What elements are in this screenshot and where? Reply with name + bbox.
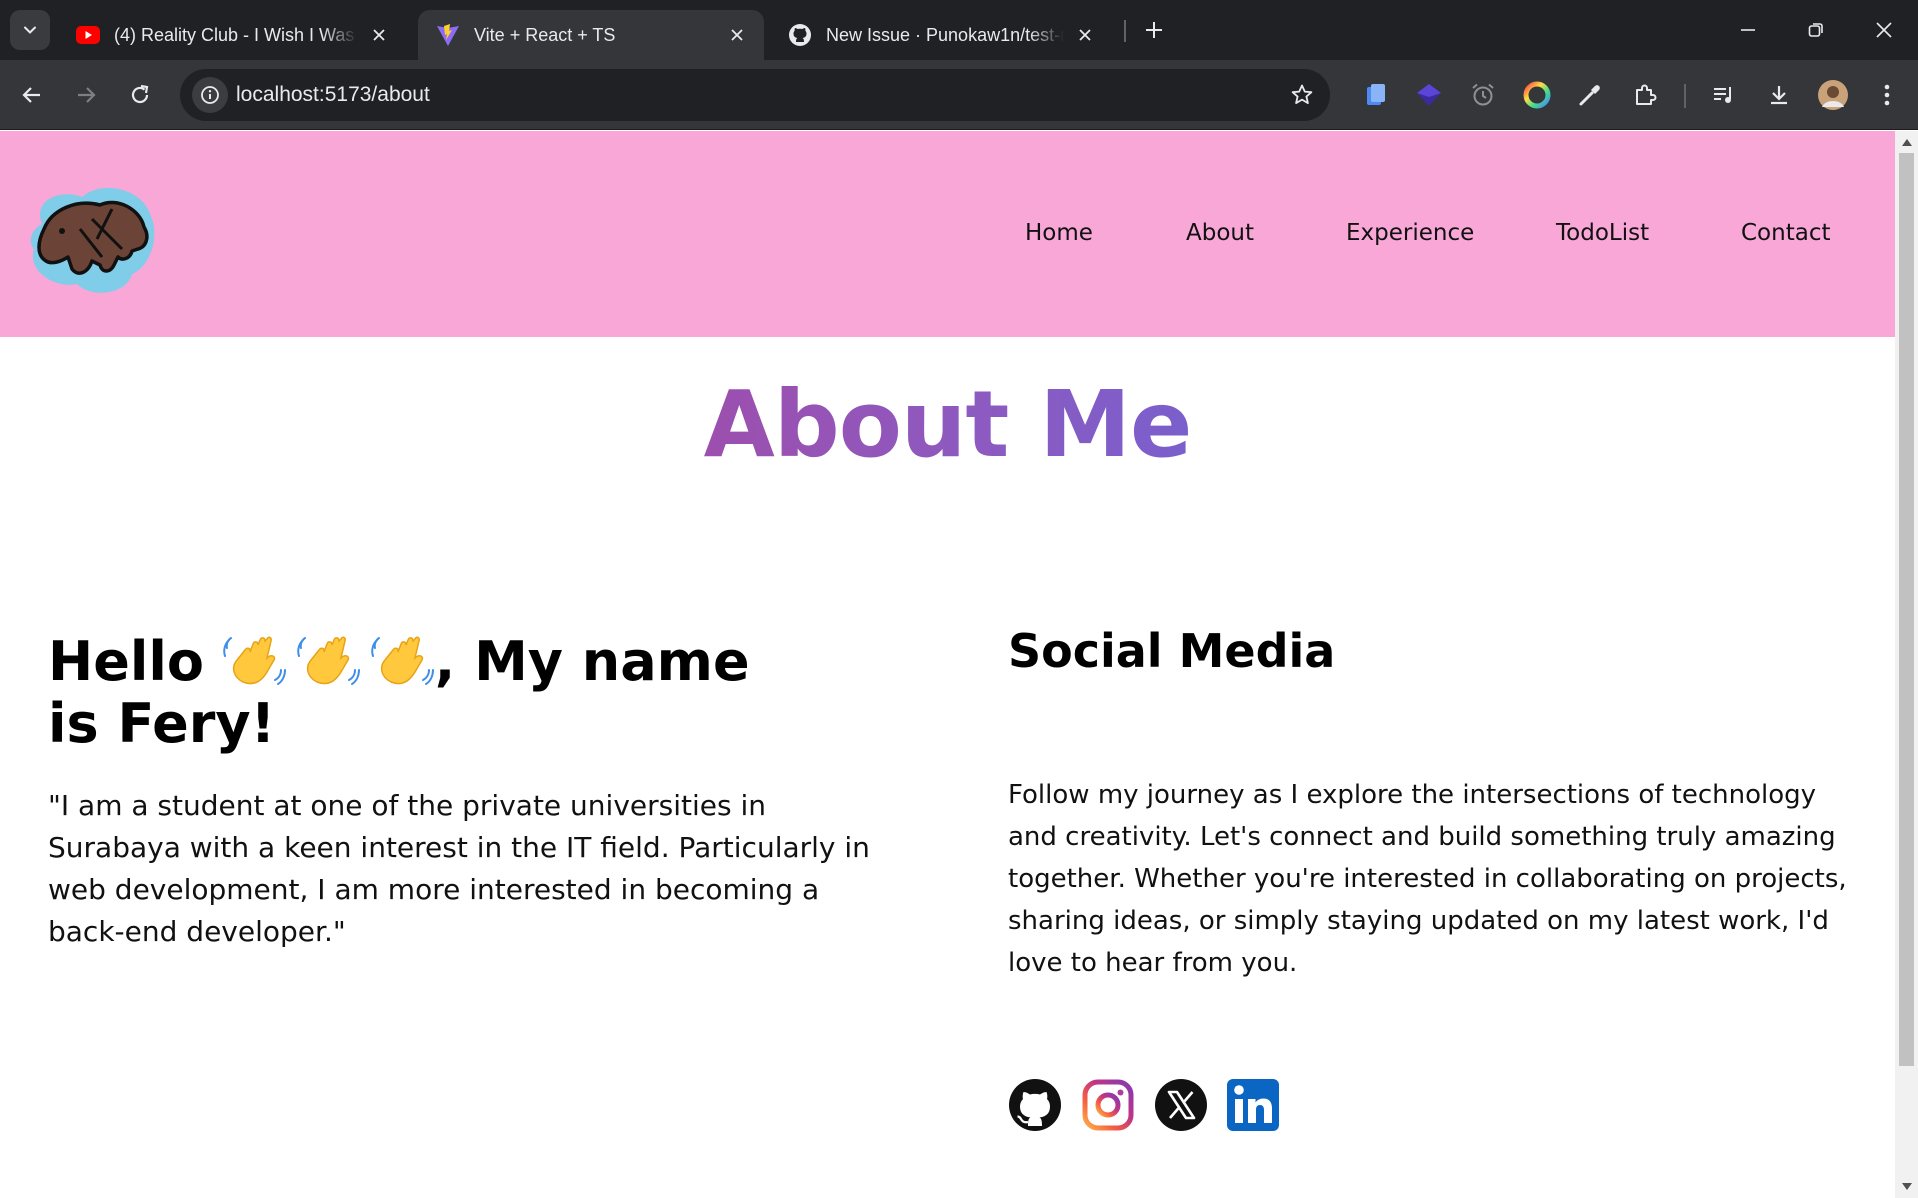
reload-icon bbox=[131, 84, 149, 104]
reload-button[interactable] bbox=[120, 75, 160, 115]
menu-kebab-icon[interactable] bbox=[1869, 77, 1905, 113]
close-icon bbox=[1876, 22, 1892, 38]
scroll-up-arrow-icon[interactable] bbox=[1895, 131, 1918, 153]
bookmark-star-icon[interactable] bbox=[1284, 77, 1320, 113]
address-bar[interactable]: localhost:5173/about bbox=[180, 69, 1330, 121]
tab-title: (4) Reality Club - I Wish I Was Yo bbox=[114, 24, 358, 45]
arrow-left-icon bbox=[22, 87, 40, 103]
close-icon[interactable] bbox=[726, 24, 748, 46]
extension-alarm-icon[interactable] bbox=[1465, 77, 1501, 113]
extension-color-picker-icon[interactable] bbox=[1519, 77, 1555, 113]
tab-github[interactable]: New Issue · Punokaw1n/test-re bbox=[770, 10, 1112, 60]
browser-tabstrip: (4) Reality Club - I Wish I Was Yo Vite … bbox=[0, 0, 1918, 60]
close-window-button[interactable] bbox=[1850, 0, 1918, 60]
arrow-right-icon bbox=[78, 87, 96, 103]
scroll-down-arrow-icon[interactable] bbox=[1895, 1176, 1918, 1198]
waving-hand-icon bbox=[370, 636, 434, 685]
github-icon[interactable] bbox=[1008, 1078, 1062, 1132]
tab-title: New Issue · Punokaw1n/test-re bbox=[826, 24, 1064, 45]
toolbar-divider bbox=[1684, 84, 1686, 108]
waving-hand-icon bbox=[222, 636, 286, 685]
extension-eyedropper-icon[interactable] bbox=[1572, 77, 1608, 113]
minimize-icon bbox=[1741, 29, 1755, 31]
site-info-icon[interactable] bbox=[192, 77, 228, 113]
vite-icon bbox=[436, 23, 460, 47]
media-control-icon[interactable] bbox=[1706, 77, 1742, 113]
waving-hand-icon bbox=[296, 636, 360, 685]
bio-text: "I am a student at one of the private un… bbox=[48, 789, 870, 948]
tab-search-button[interactable] bbox=[10, 10, 50, 50]
extension-docs-icon[interactable] bbox=[1358, 77, 1394, 113]
youtube-icon bbox=[76, 23, 100, 47]
page-title: About Me bbox=[0, 371, 1895, 478]
new-tab-button[interactable] bbox=[1136, 12, 1172, 48]
restore-button[interactable] bbox=[1782, 0, 1850, 60]
page-scrollbar[interactable] bbox=[1895, 131, 1918, 1198]
site-header: Home About Experience TodoList Contact bbox=[0, 131, 1895, 337]
browser-toolbar: localhost:5173/about bbox=[0, 60, 1918, 130]
back-button[interactable] bbox=[12, 75, 52, 115]
elephant-logo[interactable] bbox=[22, 169, 160, 299]
close-icon[interactable] bbox=[368, 24, 390, 46]
greeting-suffix: , My name bbox=[434, 630, 750, 693]
greeting-heading: Hello , My name is Fery! bbox=[48, 631, 808, 755]
close-icon[interactable] bbox=[1074, 24, 1096, 46]
page-title-text: About Me bbox=[703, 371, 1193, 478]
nav-contact[interactable]: Contact bbox=[1741, 220, 1830, 246]
scrollbar-thumb[interactable] bbox=[1899, 153, 1914, 1066]
tab-youtube[interactable]: (4) Reality Club - I Wish I Was Yo bbox=[58, 10, 406, 60]
restore-icon bbox=[1808, 23, 1823, 37]
forward-button[interactable] bbox=[66, 75, 106, 115]
nav-home[interactable]: Home bbox=[1025, 220, 1093, 246]
page-content: Home About Experience TodoList Contact A… bbox=[0, 131, 1895, 1198]
nav-experience[interactable]: Experience bbox=[1346, 220, 1474, 246]
social-media-heading: Social Media bbox=[1008, 624, 1336, 678]
nav-about[interactable]: About bbox=[1186, 220, 1254, 246]
minimize-button[interactable] bbox=[1714, 0, 1782, 60]
plus-icon bbox=[1146, 22, 1162, 38]
url-text[interactable]: localhost:5173/about bbox=[236, 69, 430, 121]
nav-todolist[interactable]: TodoList bbox=[1556, 220, 1649, 246]
profile-avatar[interactable] bbox=[1815, 77, 1851, 113]
tab-title: Vite + React + TS bbox=[474, 24, 616, 45]
tab-vite[interactable]: Vite + React + TS bbox=[418, 10, 764, 60]
github-icon bbox=[788, 23, 812, 47]
extensions-puzzle-icon[interactable] bbox=[1627, 77, 1663, 113]
instagram-icon[interactable] bbox=[1081, 1078, 1135, 1132]
chevron-down-icon bbox=[24, 26, 36, 34]
social-media-text: Follow my journey as I explore the inter… bbox=[1008, 780, 1847, 978]
tab-separator bbox=[1124, 20, 1126, 42]
extension-cube-icon[interactable] bbox=[1411, 77, 1447, 113]
greeting-prefix: Hello bbox=[48, 630, 204, 693]
x-icon[interactable] bbox=[1154, 1078, 1208, 1132]
download-icon[interactable] bbox=[1761, 77, 1797, 113]
linkedin-icon[interactable] bbox=[1226, 1078, 1280, 1132]
greeting-name: is Fery! bbox=[48, 692, 276, 755]
